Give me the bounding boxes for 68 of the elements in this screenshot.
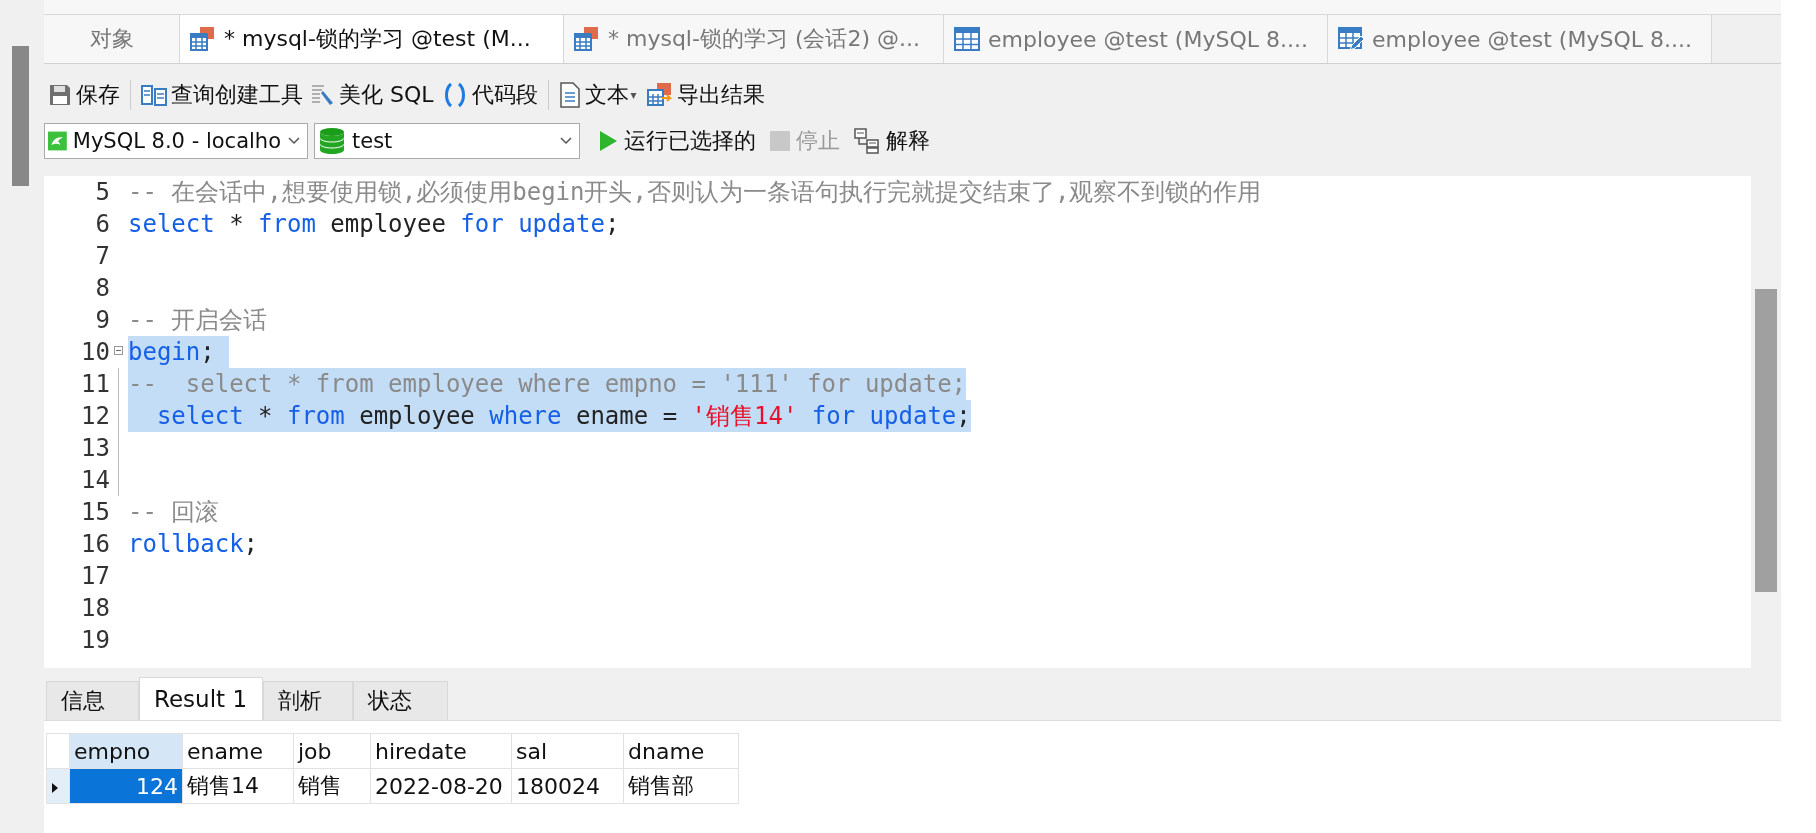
query-table-icon xyxy=(190,26,216,52)
table-cell[interactable]: 180024 xyxy=(511,768,624,804)
table-icon xyxy=(954,26,980,52)
table-cell[interactable]: 124 xyxy=(69,768,183,804)
document-tab[interactable]: employee @test (MySQL 8.... xyxy=(944,15,1328,63)
code-line: rollback; xyxy=(128,529,259,560)
run-selected-button[interactable]: 运行已选择的 xyxy=(594,126,760,156)
document-tab[interactable]: 对象 xyxy=(44,15,180,63)
document-icon xyxy=(558,82,581,108)
column-header[interactable]: dname xyxy=(623,733,739,769)
beautify-sql-button[interactable]: 美化 SQL xyxy=(307,77,438,113)
line-number: 14 xyxy=(80,466,110,494)
document-tab[interactable]: * mysql-锁的学习 (会话2) @... xyxy=(564,15,944,63)
table-cell[interactable]: 2022-08-20 xyxy=(370,768,512,804)
line-number: 6 xyxy=(94,210,110,238)
code-line: -- 在会话中,想要使用锁,必须使用begin开头,否则认为一条语句执行完就提交结束了,观察不到锁的作用 xyxy=(128,177,1262,208)
query-builder-button[interactable]: 查询创建工具 xyxy=(137,77,307,113)
code-line: -- 回滚 xyxy=(128,497,220,528)
line-number: 12 xyxy=(80,402,110,430)
line-number: 8 xyxy=(94,274,110,302)
line-number: 7 xyxy=(94,242,110,270)
table-cell[interactable]: 销售14 xyxy=(182,768,294,804)
explain-icon xyxy=(854,128,880,154)
column-header[interactable]: job xyxy=(293,733,371,769)
table-cell[interactable]: 销售部 xyxy=(623,768,739,804)
line-number: 19 xyxy=(80,626,110,654)
line-number: 11 xyxy=(80,370,110,398)
fold-toggle-icon[interactable] xyxy=(114,346,123,355)
connection-dropdown[interactable]: MySQL 8.0 - localho xyxy=(44,123,308,159)
line-number: 16 xyxy=(80,530,110,558)
line-number: 17 xyxy=(80,562,110,590)
explain-button[interactable]: 解释 xyxy=(850,126,934,156)
dropdown-caret: ▾ xyxy=(630,88,637,102)
line-number: 15 xyxy=(80,498,110,526)
column-header[interactable]: ename xyxy=(182,733,294,769)
text-button[interactable]: 文本▾ xyxy=(554,77,643,113)
save-icon xyxy=(48,83,72,107)
column-header[interactable]: empno xyxy=(69,733,183,769)
export-table-icon xyxy=(646,82,673,108)
line-number: 13 xyxy=(80,434,110,462)
play-icon xyxy=(598,130,618,152)
database-dropdown[interactable]: test xyxy=(314,123,580,159)
database-icon xyxy=(318,127,346,155)
result-tab[interactable]: 信息 xyxy=(46,681,139,720)
save-button[interactable]: 保存 xyxy=(44,77,124,113)
query-table-icon xyxy=(574,26,600,52)
code-line: select * from employee for update; xyxy=(128,209,620,240)
result-tab[interactable]: 状态 xyxy=(353,681,448,720)
line-number: 5 xyxy=(94,178,110,206)
export-results-button[interactable]: 导出结果 xyxy=(642,77,769,113)
code-line: -- 开启会话 xyxy=(128,305,268,336)
result-tab[interactable]: Result 1 xyxy=(139,677,263,720)
scrollbar-thumb[interactable] xyxy=(1755,289,1777,592)
column-header[interactable]: hiredate xyxy=(370,733,512,769)
table-edit-icon xyxy=(1338,26,1364,52)
line-number: 9 xyxy=(94,306,110,334)
code-snippet-button[interactable]: 代码段 xyxy=(437,77,542,113)
table-cell[interactable]: 销售 xyxy=(293,768,371,804)
beautify-brush-icon xyxy=(311,83,335,107)
query-builder-icon xyxy=(141,83,167,107)
line-number: 18 xyxy=(80,594,110,622)
result-tab[interactable]: 剖析 xyxy=(263,681,353,720)
column-header[interactable]: sal xyxy=(511,733,624,769)
scrollbar-thumb[interactable] xyxy=(12,46,29,186)
stop-icon xyxy=(770,131,790,151)
document-tab[interactable]: * mysql-锁的学习 @test (M... xyxy=(180,15,564,63)
document-tab[interactable]: employee @test (MySQL 8.... xyxy=(1328,15,1712,63)
line-number: 10 xyxy=(80,338,110,366)
